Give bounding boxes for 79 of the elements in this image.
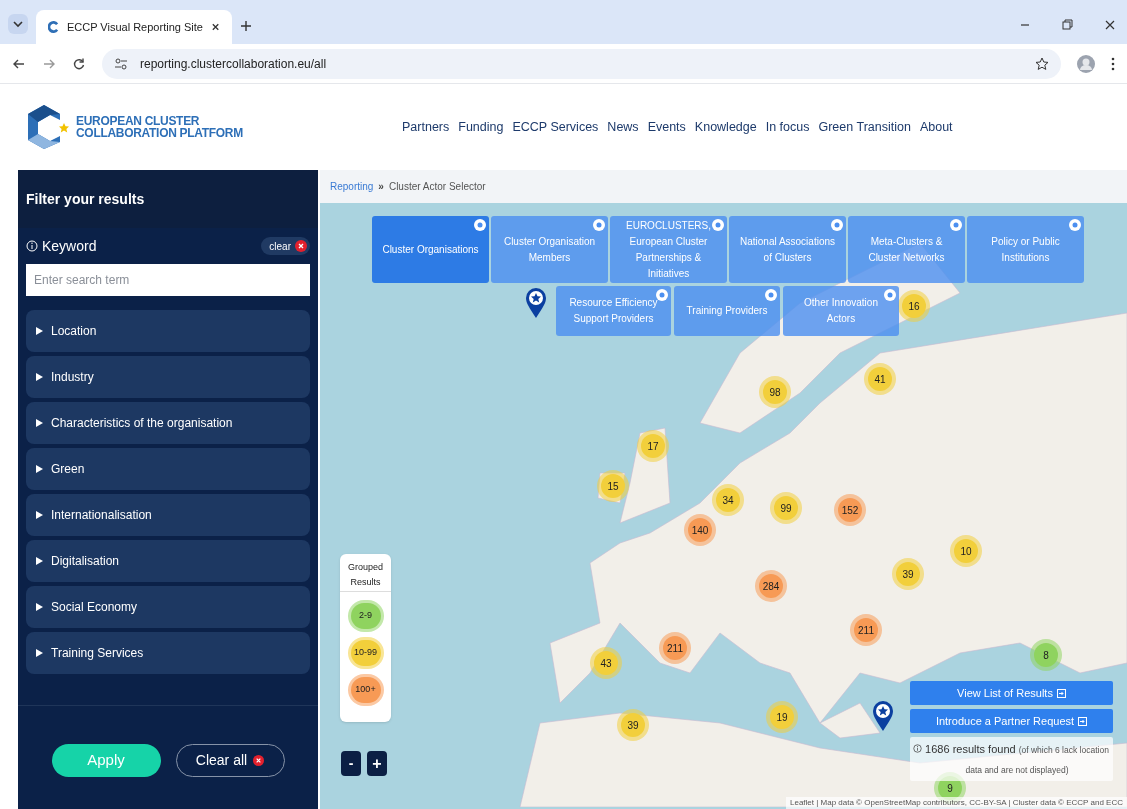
legend-swatch: 2-9 xyxy=(350,603,381,629)
filter-accordion[interactable]: Green xyxy=(26,448,310,490)
info-icon xyxy=(26,240,38,252)
close-icon xyxy=(253,755,265,766)
legend-title: Grouped Results xyxy=(340,560,391,592)
info-icon xyxy=(913,744,922,753)
logo-text: EUROPEAN CLUSTER xyxy=(76,114,200,128)
legend-swatch: 10-99 xyxy=(350,640,381,666)
filter-accordion[interactable]: Industry xyxy=(26,356,310,398)
map-attribution: Leaflet | Map data © OpenStreetMap contributors, CC-BY-SA | Cluster data © ECCP and ECC xyxy=(786,797,1127,809)
circle-icon xyxy=(712,219,724,231)
site-logo-icon xyxy=(48,21,59,33)
url-text: reporting.clustercollaboration.eu/all xyxy=(140,55,327,73)
circle-icon xyxy=(474,219,486,231)
tab-list-icon[interactable] xyxy=(8,14,28,34)
close-icon[interactable] xyxy=(210,22,220,32)
triangle-icon xyxy=(36,649,43,657)
close-window-icon[interactable] xyxy=(1105,20,1115,30)
nav-link[interactable]: Events xyxy=(647,117,686,137)
cluster-marker[interactable]: 19 xyxy=(770,705,794,729)
filter-accordion[interactable]: Location xyxy=(26,310,310,352)
map-pin-icon[interactable] xyxy=(872,700,894,732)
legend-swatch: 100+ xyxy=(350,677,381,703)
clear-keyword-button[interactable]: clear xyxy=(261,237,310,255)
search-field[interactable]: Enter search term xyxy=(26,264,310,296)
filter-accordion[interactable]: Internationalisation xyxy=(26,494,310,536)
action-button[interactable]: View List of Results xyxy=(910,681,1113,705)
enter-icon xyxy=(1078,716,1088,726)
bookmark-star-icon[interactable] xyxy=(1035,56,1049,71)
enter-icon xyxy=(1056,688,1066,698)
action-button[interactable]: Introduce a Partner Request xyxy=(910,709,1113,733)
restore-icon[interactable] xyxy=(1062,19,1073,30)
triangle-icon xyxy=(36,603,43,611)
sidebar-title: Filter your results xyxy=(26,189,145,209)
nav-link[interactable]: In focus xyxy=(765,117,810,137)
results-summary: 1686 results found (of which 6 lack location data and are not displayed) xyxy=(924,742,1110,777)
circle-icon xyxy=(884,289,896,301)
zoom-in-button[interactable]: + xyxy=(367,751,387,776)
close-icon xyxy=(295,240,307,252)
actor-type-button[interactable]: Cluster Organisations xyxy=(372,216,489,283)
triangle-icon xyxy=(36,419,43,427)
site-settings-icon[interactable] xyxy=(114,56,128,71)
circle-icon xyxy=(831,219,843,231)
nav-link[interactable]: ECCP Services xyxy=(512,117,599,137)
address-field[interactable]: reporting.clustercollaboration.eu/all xyxy=(102,48,1061,79)
circle-icon xyxy=(1069,219,1081,231)
circle-icon xyxy=(765,289,777,301)
filter-accordion[interactable]: Training Services xyxy=(26,632,310,674)
reload-icon[interactable] xyxy=(72,56,86,71)
circle-icon xyxy=(950,219,962,231)
logo-text: COLLABORATION PLATFORM xyxy=(76,126,243,140)
filter-accordion[interactable]: Social Economy xyxy=(26,586,310,628)
breadcrumb-link[interactable]: Reporting xyxy=(330,179,374,194)
triangle-icon xyxy=(36,557,43,565)
browser-tab[interactable]: ECCP Visual Reporting Site xyxy=(36,10,232,44)
nav-link[interactable]: Knowledge xyxy=(694,117,757,137)
nav-link[interactable]: News xyxy=(607,117,639,137)
filter-accordion[interactable]: Digitalisation xyxy=(26,540,310,582)
new-tab-icon[interactable] xyxy=(240,20,252,32)
triangle-icon xyxy=(36,465,43,473)
nav-link[interactable]: Partners xyxy=(402,117,450,137)
cluster-marker[interactable]: 43 xyxy=(594,651,618,675)
zoom-out-button[interactable]: - xyxy=(341,751,361,776)
triangle-icon xyxy=(36,511,43,519)
map-pin-icon[interactable] xyxy=(525,287,547,319)
triangle-icon xyxy=(36,373,43,381)
breadcrumb-current: Cluster Actor Selector xyxy=(388,180,486,194)
breadcrumb-separator: » xyxy=(378,180,384,194)
nav-link[interactable]: Funding xyxy=(458,117,504,137)
keyword-label: Keyword xyxy=(42,236,98,256)
circle-icon xyxy=(656,289,668,301)
tab-title: ECCP Visual Reporting Site xyxy=(66,19,203,35)
nav-link[interactable]: Green Transition xyxy=(818,117,911,137)
cluster-marker[interactable]: 8 xyxy=(1034,643,1058,667)
triangle-icon xyxy=(36,327,43,335)
nav-link[interactable]: About xyxy=(919,117,953,137)
filter-accordion[interactable]: Characteristics of the organisation xyxy=(26,402,310,444)
circle-icon xyxy=(593,219,605,231)
more-menu-icon[interactable] xyxy=(1111,56,1115,71)
